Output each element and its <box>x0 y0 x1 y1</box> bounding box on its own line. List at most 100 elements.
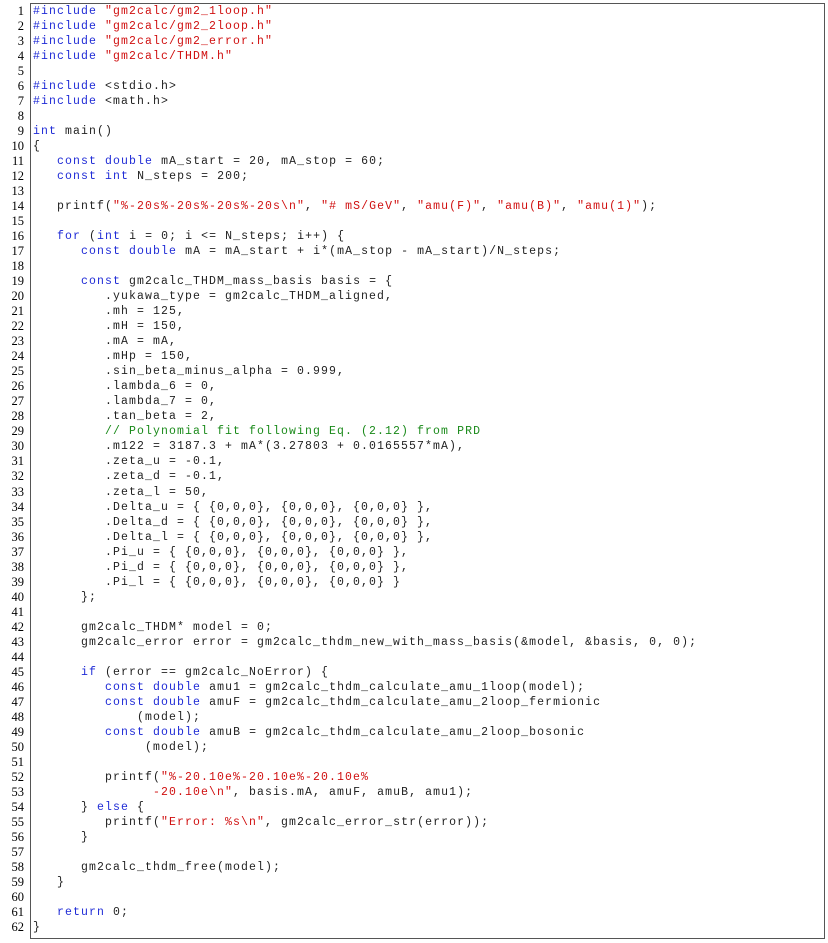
code-text-token: } <box>33 920 42 934</box>
code-text-token: .mH = 150, <box>33 320 186 334</box>
line-number: 13 <box>11 184 25 199</box>
code-line: 37 .Pi_u = { {0,0,0}, {0,0,0}, {0,0,0} }… <box>0 545 828 560</box>
line-code: int main() <box>33 124 113 139</box>
line-number: 8 <box>17 109 24 124</box>
code-text-token: main() <box>57 125 114 139</box>
code-text-token: amuB = gm2calc_thdm_calculate_amu_2loop_… <box>201 725 586 739</box>
keyword-token: #include <box>33 5 98 18</box>
line-number: 12 <box>11 169 25 184</box>
line-number: 39 <box>11 574 25 589</box>
code-listing: 1 #include "gm2calc/gm2_1loop.h" 2 #include… <box>0 4 828 935</box>
line-number: 45 <box>11 664 25 679</box>
code-text-token: printf( <box>33 815 162 829</box>
line-code: const gm2calc_THDM_mass_basis basis = { <box>33 274 393 289</box>
code-text-token: .yukawa_type = gm2calc_THDM_aligned, <box>33 290 394 304</box>
keyword-token: #include <box>33 80 98 94</box>
line-number: 11 <box>11 154 24 169</box>
code-line: 4 #include "gm2calc/THDM.h" <box>0 49 828 64</box>
line-number: 33 <box>11 484 25 499</box>
code-line: 58 gm2calc_thdm_free(model); <box>0 860 828 875</box>
keyword-token: double <box>153 725 202 739</box>
code-line: 55 printf("Error: %s\n", gm2calc_error_s… <box>0 815 828 830</box>
line-number: 47 <box>11 694 25 709</box>
keyword-token: int <box>105 170 130 184</box>
code-line: 57 <box>0 845 828 860</box>
code-text-token: } <box>33 875 66 889</box>
line-number: 51 <box>11 754 25 769</box>
code-line: 42 gm2calc_THDM* model = 0; <box>0 620 828 635</box>
code-text-token: .Delta_l = { {0,0,0}, {0,0,0}, {0,0,0} }… <box>33 530 434 544</box>
string-literal-token: "amu(F)" <box>417 200 482 214</box>
keyword-token: const <box>105 695 146 709</box>
code-line: 60 <box>0 890 828 905</box>
code-text-token: .Delta_u = { {0,0,0}, {0,0,0}, {0,0,0} }… <box>33 500 434 514</box>
string-literal-token: "gm2calc/THDM.h" <box>105 50 234 64</box>
line-number: 14 <box>11 199 25 214</box>
line-number: 20 <box>11 289 25 304</box>
code-text-token: .Pi_u = { {0,0,0}, {0,0,0}, {0,0,0} }, <box>33 545 410 559</box>
line-code: .Pi_d = { {0,0,0}, {0,0,0}, {0,0,0} }, <box>33 560 409 575</box>
line-code: } <box>33 920 41 935</box>
code-line: 44 <box>0 650 828 665</box>
code-line: 6 #include <stdio.h> <box>0 79 828 94</box>
line-number: 18 <box>11 259 25 274</box>
line-code: .Delta_u = { {0,0,0}, {0,0,0}, {0,0,0} }… <box>33 500 433 515</box>
code-text-token: N_steps = 200; <box>129 170 250 184</box>
line-number: 38 <box>11 559 25 574</box>
line-code: .Pi_l = { {0,0,0}, {0,0,0}, {0,0,0} } <box>33 575 401 590</box>
line-code: } <box>33 875 65 890</box>
code-text-token: 0; <box>105 905 130 919</box>
line-number: 3 <box>17 34 24 49</box>
line-number: 10 <box>11 139 25 154</box>
line-code: // Polynomial fit following Eq. (2.12) f… <box>33 424 481 439</box>
code-text-token: printf( <box>33 770 162 784</box>
line-code: const double amuB = gm2calc_thdm_calcula… <box>33 725 585 740</box>
code-line: 5 <box>0 64 828 79</box>
code-line: 30 .m122 = 3187.3 + mA*(3.27803 + 0.0165… <box>0 439 828 454</box>
code-line: 18 <box>0 259 828 274</box>
line-number: 17 <box>11 244 25 259</box>
line-number: 15 <box>11 214 25 229</box>
code-text-token: .mh = 125, <box>33 305 186 319</box>
code-line: 24 .mHp = 150, <box>0 349 828 364</box>
line-number: 48 <box>11 709 25 724</box>
line-number: 57 <box>11 844 25 859</box>
line-number: 27 <box>11 394 25 409</box>
code-text-token: } <box>33 800 98 814</box>
keyword-token: const <box>81 275 122 289</box>
code-line: 59 } <box>0 875 828 890</box>
line-number: 29 <box>11 424 25 439</box>
code-line: 49 const double amuB = gm2calc_thdm_calc… <box>0 725 828 740</box>
string-literal-token: "gm2calc/gm2_error.h" <box>105 35 274 49</box>
code-line: 23 .mA = mA, <box>0 334 828 349</box>
keyword-token: const <box>57 155 98 169</box>
code-text-token: .sin_beta_minus_alpha = 0.999, <box>33 365 346 379</box>
code-line: 31 .zeta_u = -0.1, <box>0 454 828 469</box>
line-number: 36 <box>11 529 25 544</box>
code-line: 56 } <box>0 830 828 845</box>
string-literal-token: "gm2calc/gm2_1loop.h" <box>105 5 274 18</box>
code-line: 21 .mh = 125, <box>0 304 828 319</box>
code-text-token: { <box>129 800 146 814</box>
line-code: #include "gm2calc/THDM.h" <box>33 49 233 64</box>
line-code: const int N_steps = 200; <box>33 169 249 184</box>
line-number: 50 <box>11 739 25 754</box>
line-code: .zeta_d = -0.1, <box>33 469 225 484</box>
line-number: 54 <box>11 799 25 814</box>
line-code: .mh = 125, <box>33 304 185 319</box>
code-text-token: <math.h> <box>97 95 170 109</box>
code-line: 43 gm2calc_error error = gm2calc_thdm_ne… <box>0 635 828 650</box>
code-line: 33 .zeta_l = 50, <box>0 485 828 500</box>
